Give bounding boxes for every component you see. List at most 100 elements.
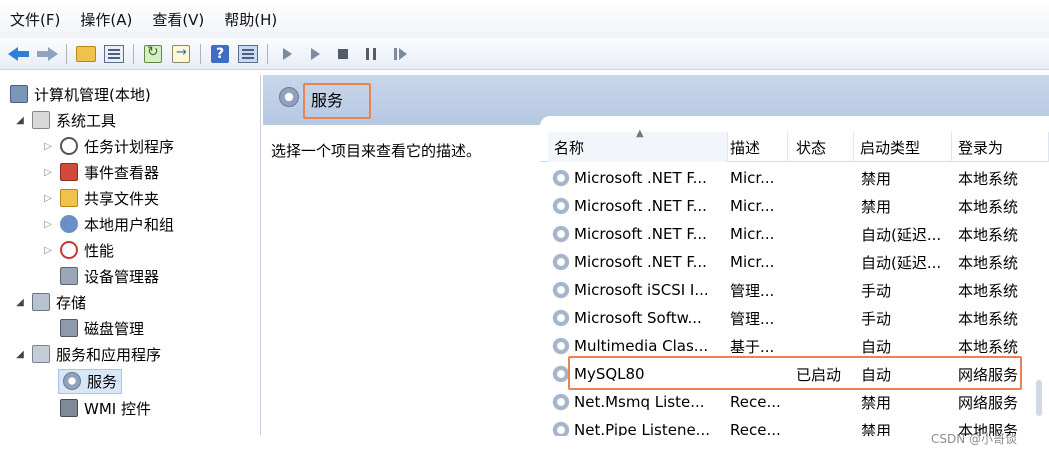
back-arrow-icon (8, 46, 30, 61)
gear-icon (279, 87, 299, 107)
expand-icon[interactable]: ▷ (42, 141, 54, 152)
start-service-button[interactable] (276, 43, 298, 65)
shared-folder-icon (60, 189, 78, 207)
tree-item-performance[interactable]: ▷ 性能 (42, 237, 114, 263)
up-folder-button[interactable] (75, 43, 97, 65)
service-gear-icon (552, 169, 570, 187)
help-button[interactable]: ? (209, 43, 231, 65)
service-gear-icon (552, 197, 570, 215)
expand-icon[interactable]: ▷ (42, 219, 54, 230)
start-service-alt-button[interactable] (304, 43, 326, 65)
column-header-name[interactable]: ▲ 名称 (548, 128, 728, 162)
tree-label: 设备管理器 (84, 267, 160, 286)
table-row[interactable]: Net.Msmq Liste... Rece... 禁用 网络服务 (540, 388, 1049, 416)
status-cell (796, 248, 858, 276)
tree-item-services[interactable]: 服务 (58, 368, 123, 394)
console-tree: 计算机管理(本地) ◢ 系统工具 ▷ 任务计划程序 ▷ 事件查看器 ▷ 共享文件… (0, 75, 261, 435)
expand-icon[interactable]: ▷ (42, 167, 54, 178)
collapse-icon[interactable]: ◢ (14, 297, 26, 308)
toolbar-separator (133, 43, 134, 64)
users-icon (60, 215, 78, 233)
disk-icon (60, 319, 78, 337)
stop-service-button[interactable] (332, 43, 354, 65)
table-row[interactable]: Microsoft iSCSI I... 管理... 手动 本地系统 (540, 276, 1049, 304)
tree-item-wmi[interactable]: WMI 控件 (60, 395, 151, 421)
description-cell: Micr... (730, 197, 775, 215)
service-name: Net.Msmq Liste... (574, 393, 705, 411)
table-row[interactable]: Microsoft .NET F... Micr... 自动(延迟... 本地系… (540, 220, 1049, 248)
service-gear-icon (552, 253, 570, 271)
column-header-status[interactable]: 状态 (790, 132, 854, 162)
collapse-icon[interactable]: ◢ (14, 349, 26, 360)
tree-item-system-tools[interactable]: ◢ 系统工具 (14, 107, 116, 133)
refresh-button[interactable] (142, 43, 164, 65)
show-console-tree-button[interactable] (103, 43, 125, 65)
startup-type-cell: 禁用 (861, 393, 892, 412)
watermark: CSDN @小哥谈 (931, 432, 1018, 446)
column-label: 状态 (796, 138, 827, 157)
vertical-scrollbar[interactable] (1036, 380, 1042, 416)
tree-item-device-manager[interactable]: 设备管理器 (60, 263, 159, 289)
startup-type-cell: 禁用 (861, 169, 892, 188)
export-icon (172, 44, 190, 63)
tree-label: WMI 控件 (84, 399, 151, 418)
menu-file[interactable]: 文件(F) (10, 9, 60, 30)
tree-item-local-users[interactable]: ▷ 本地用户和组 (42, 211, 174, 237)
back-button[interactable] (8, 43, 30, 65)
service-name: Microsoft Softw... (574, 309, 702, 327)
menu-view[interactable]: 查看(V) (152, 9, 204, 30)
expand-icon[interactable]: ▷ (42, 193, 54, 204)
logon-cell: 本地系统 (958, 281, 1019, 300)
tree-item-services-apps[interactable]: ◢ 服务和应用程序 (14, 341, 161, 367)
collapse-icon[interactable]: ◢ (14, 115, 26, 126)
service-gear-icon (552, 309, 570, 327)
service-name: Net.Pipe Listene... (574, 421, 710, 436)
table-row[interactable]: Microsoft Softw... 管理... 手动 本地系统 (540, 304, 1049, 332)
name-cell: Microsoft Softw... (552, 304, 728, 332)
menu-help[interactable]: 帮助(H) (224, 9, 277, 30)
forward-button[interactable] (36, 43, 58, 65)
tree-item-storage[interactable]: ◢ 存储 (14, 289, 86, 315)
show-action-pane-button[interactable] (237, 43, 259, 65)
description-cell: Micr... (730, 225, 775, 243)
column-header-description[interactable]: 描述 (724, 132, 788, 162)
tree-item-event-viewer[interactable]: ▷ 事件查看器 (42, 159, 159, 185)
name-cell: Microsoft .NET F... (552, 164, 728, 192)
description-cell: 管理... (730, 309, 775, 328)
resume-service-button[interactable] (388, 43, 410, 65)
tree-label: 服务 (87, 372, 118, 391)
tree-item-disk-management[interactable]: 磁盘管理 (60, 315, 144, 341)
tools-icon (32, 111, 50, 129)
status-cell (796, 164, 858, 192)
startup-type-cell: 手动 (861, 309, 892, 328)
wmi-icon (60, 399, 78, 417)
service-name: Microsoft .NET F... (574, 197, 707, 215)
table-row[interactable]: Microsoft .NET F... Micr... 禁用 本地系统 (540, 192, 1049, 220)
table-row[interactable]: Microsoft .NET F... Micr... 禁用 本地系统 (540, 164, 1049, 192)
service-gear-icon (552, 393, 570, 411)
menu-action[interactable]: 操作(A) (80, 9, 132, 30)
mysql-highlight-box (568, 356, 1022, 390)
startup-type-cell: 自动(延迟... (861, 253, 942, 272)
pause-service-button[interactable] (360, 43, 382, 65)
expand-icon[interactable]: ▷ (42, 245, 54, 256)
tree-item-shared-folders[interactable]: ▷ 共享文件夹 (42, 185, 159, 211)
column-header-startup-type[interactable]: 启动类型 (854, 132, 952, 162)
startup-type-cell: 手动 (861, 281, 892, 300)
name-cell: Microsoft .NET F... (552, 248, 728, 276)
export-list-button[interactable] (170, 43, 192, 65)
stop-icon (338, 48, 348, 59)
tree-item-task-scheduler[interactable]: ▷ 任务计划程序 (42, 133, 174, 159)
toolbar-separator (200, 43, 201, 64)
service-name: Microsoft .NET F... (574, 225, 707, 243)
tree-label: 服务和应用程序 (56, 345, 162, 364)
play-icon (310, 47, 320, 60)
column-header-logon-as[interactable]: 登录为 (952, 132, 1049, 162)
tree-item-root[interactable]: 计算机管理(本地) (10, 81, 151, 107)
name-cell: Net.Pipe Listene... (552, 416, 728, 436)
startup-type-cell: 禁用 (861, 197, 892, 216)
status-cell (796, 304, 858, 332)
service-name: Microsoft iSCSI I... (574, 281, 709, 299)
table-row[interactable]: Microsoft .NET F... Micr... 自动(延迟... 本地系… (540, 248, 1049, 276)
logon-cell: 本地系统 (958, 197, 1019, 216)
